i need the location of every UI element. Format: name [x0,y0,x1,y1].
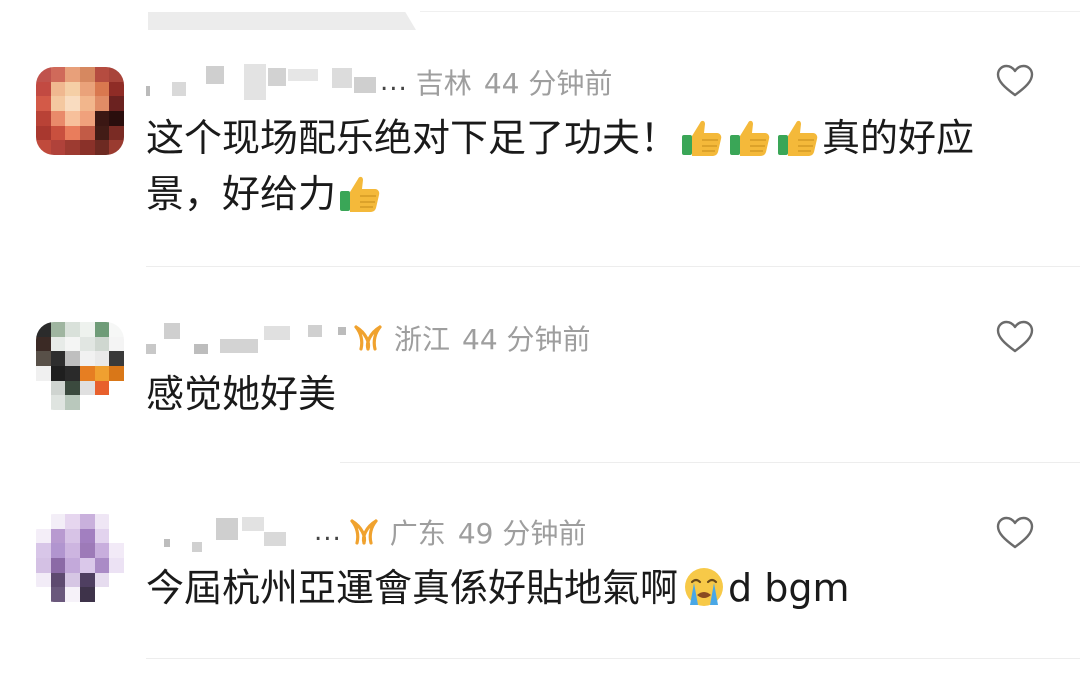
comment-region: 吉林 [415,67,472,100]
redacted-username[interactable]: ... [146,512,342,552]
heart-icon[interactable] [996,516,1034,550]
top-bar-fragment [148,12,416,30]
comment-list-page: ... 吉林 44 分钟前 这个现场配乐绝对下足了功夫！ 真的好应景，好给力 浙… [0,0,1080,680]
avatar[interactable] [36,322,124,410]
comment-text: 感觉她好美 [146,366,1026,422]
vip-badge-icon [350,519,378,545]
comment-text-body: 感觉她好美 [146,372,337,416]
comment-meta: 浙江 44 分钟前 [146,318,591,358]
comment-text-suffix: d bgm [728,566,850,610]
heart-icon[interactable] [996,64,1034,98]
comment-divider [146,266,1080,267]
redacted-username[interactable]: ... [146,62,408,102]
loudly-crying-face-emoji-icon [685,568,724,606]
thumbs-up-emoji-icon [682,120,722,156]
vip-badge-icon [354,325,382,351]
comment-meta: ... 吉林 44 分钟前 [146,62,612,102]
comment-time: 44 分钟前 [483,67,613,100]
avatar[interactable] [36,67,124,155]
thumbs-up-emoji-icon [730,120,770,156]
comment-time: 49 分钟前 [457,517,587,550]
comment-divider [146,658,1080,659]
avatar[interactable] [36,514,124,602]
comment-region: 广东 [389,517,446,550]
comment-text: 今屆杭州亞運會真係好貼地氣啊 d bgm [146,560,1026,616]
comment-text-prefix: 这个现场配乐绝对下足了功夫！ [146,116,679,160]
top-divider [420,11,1080,12]
username-ellipsis: ... [380,67,408,97]
thumbs-up-emoji-icon [340,176,380,212]
username-ellipsis: ... [314,517,342,547]
redacted-username[interactable] [146,318,346,358]
comment-divider [340,462,1080,463]
thumbs-up-emoji-icon [778,120,818,156]
comment-time: 44 分钟前 [462,323,591,356]
comment-text-prefix: 今屆杭州亞運會真係好貼地氣啊 [146,566,679,610]
comment-text: 这个现场配乐绝对下足了功夫！ 真的好应景，好给力 [146,110,1026,222]
comment-meta: ... 广东 49 分钟前 [146,512,586,552]
comment-region: 浙江 [394,323,451,356]
heart-icon[interactable] [996,320,1034,354]
